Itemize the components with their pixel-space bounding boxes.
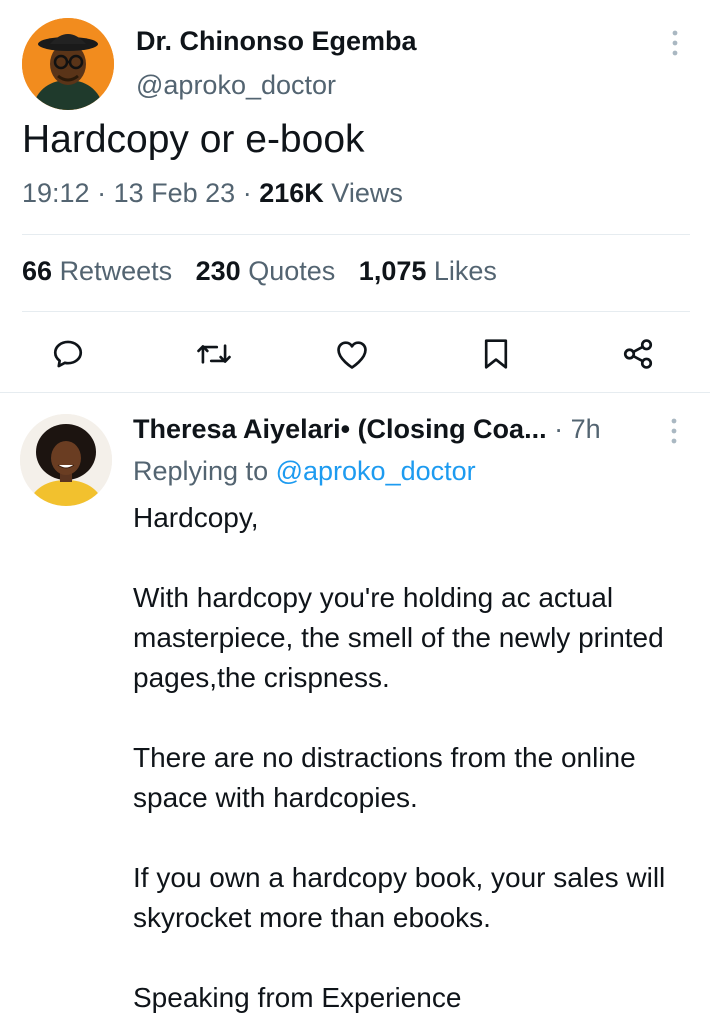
reply-icon [53, 340, 83, 368]
views-count[interactable]: 216K [259, 178, 324, 208]
like-icon [337, 341, 367, 369]
reply-header: Theresa Aiyelari• (Closing Coa... · 7h [133, 414, 601, 445]
reply-paragraph: There are no distractions from the onlin… [133, 742, 636, 813]
meta-separator: · [554, 414, 564, 444]
divider [22, 311, 690, 312]
more-options-icon[interactable] [670, 30, 680, 60]
reply-paragraph: If you own a hardcopy book, your sales w… [133, 862, 666, 933]
tweet-time: 19:12 [22, 178, 90, 208]
replying-to: Replying to @aproko_doctor [133, 456, 476, 487]
reply-paragraph: With hardcopy you're holding ac actual m… [133, 582, 664, 693]
author-handle[interactable]: @aproko_doctor [136, 70, 336, 101]
tweet-stats: 66 Retweets 230 Quotes 1,075 Likes [22, 256, 497, 287]
retweet-button[interactable] [190, 330, 238, 378]
reply-author-name[interactable]: Theresa Aiyelari• (Closing Coa... [133, 414, 547, 444]
reply-more-options-icon[interactable] [670, 418, 680, 449]
reply-time[interactable]: 7h [571, 414, 601, 444]
retweets-label: Retweets [59, 256, 173, 286]
quotes-label: Quotes [248, 256, 336, 286]
bookmark-button[interactable] [472, 330, 520, 378]
reply-body: Hardcopy, With hardcopy you're holding a… [133, 498, 693, 1018]
likes-count: 1,075 [358, 256, 427, 286]
quotes-count: 230 [195, 256, 241, 286]
divider [22, 234, 690, 235]
retweet-icon [197, 344, 231, 364]
tweet-text: Hardcopy or e-book [22, 118, 365, 161]
views-label: Views [331, 178, 403, 208]
quotes-stat[interactable]: 230 Quotes [196, 256, 343, 286]
divider [0, 392, 710, 393]
like-button[interactable] [328, 330, 376, 378]
reply-button[interactable] [44, 330, 92, 378]
author-avatar[interactable] [22, 18, 114, 110]
share-icon [623, 339, 653, 369]
likes-stat[interactable]: 1,075 Likes [359, 256, 497, 286]
reply-author-avatar[interactable] [20, 414, 112, 506]
tweet-date: 13 Feb 23 [113, 178, 236, 208]
author-name[interactable]: Dr. Chinonso Egemba [136, 26, 417, 57]
replying-prefix: Replying to [133, 456, 269, 486]
reply-paragraph: Hardcopy, [133, 502, 259, 533]
retweets-stat[interactable]: 66 Retweets [22, 256, 180, 286]
retweets-count: 66 [22, 256, 53, 286]
share-button[interactable] [614, 330, 662, 378]
replying-handle-link[interactable]: @aproko_doctor [276, 456, 476, 486]
meta-separator: · [97, 178, 107, 208]
meta-separator: · [242, 178, 252, 208]
bookmark-icon [484, 339, 508, 369]
likes-label: Likes [433, 256, 497, 286]
tweet-meta: 19:12 · 13 Feb 23 · 216K Views [22, 178, 403, 209]
reply-paragraph: Speaking from Experience [133, 982, 462, 1013]
